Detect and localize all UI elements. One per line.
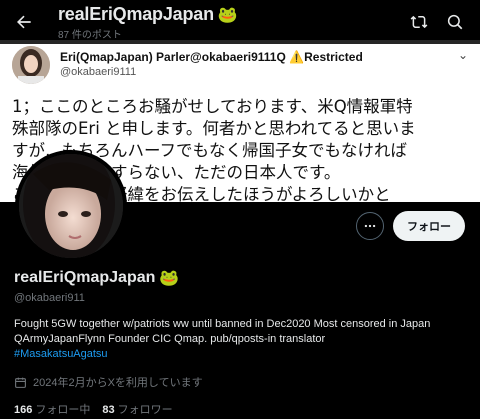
banner-tweet-header: Eri(QmapJapan) Parler@okabaeri9111Q ⚠️Re… [12,44,468,86]
following-count: 166 [14,404,33,416]
joined-date: 2024年2月からXを利用しています [33,377,203,389]
banner-author-name: Eri(QmapJapan) Parler@okabaeri9111Q ⚠️Re… [60,50,363,64]
calendar-icon [15,377,26,388]
profile-handle: @okabaeri911 [14,292,85,304]
header-title-block: realEriQmapJapan 🐸 87 件のポスト [58,4,238,41]
header-title: realEriQmapJapan [58,4,214,24]
following-link[interactable]: 166 フォロー中 [14,401,90,417]
banner-author-avatar [12,46,50,84]
repost-button[interactable] [405,8,433,36]
followers-label: フォロワー [117,404,173,416]
post-count: 87 件のポスト [58,30,122,41]
bio-text: Fought 5GW together w/patriots ww until … [14,318,431,345]
top-bar: realEriQmapJapan 🐸 87 件のポスト [0,0,480,44]
following-label: フォロー中 [35,404,91,416]
profile-name-row: realEriQmapJapan 🐸 [14,268,179,288]
more-options-button[interactable] [356,212,384,240]
hashtag-link[interactable]: #MasakatsuAgatsu [14,348,108,360]
repost-icon [410,15,428,29]
frog-emoji-icon: 🐸 [159,270,180,287]
profile-avatar[interactable] [15,150,127,262]
banner-tweet-line: 殊部隊のEri と申します。何者かと思われてると思いま [12,119,416,138]
profile-bio: Fought 5GW together w/patriots ww until … [14,317,466,362]
more-horizontal-icon [364,224,376,228]
chevron-down-icon: ⌄ [457,48,468,62]
banner-author-handle: @okabaeri9111 [60,66,137,78]
banner-tweet-line: 1；ここのところお騒がせしております、米Q情報軍特 [12,97,413,116]
back-button[interactable] [10,8,38,36]
followers-count: 83 [102,404,115,416]
joined-date-row: 2024年2月からXを利用しています [14,374,203,390]
frog-emoji-icon: 🐸 [217,6,238,24]
arrow-left-icon [17,15,31,29]
search-icon [447,14,463,30]
followers-link[interactable]: 83 フォロワー [102,401,172,417]
search-button[interactable] [441,8,469,36]
follow-button[interactable]: フォロー [393,211,465,241]
profile-name: realEriQmapJapan [14,269,156,286]
follow-stats: 166 フォロー中 83 フォロワー [14,401,173,417]
restricted-label: ⚠️Restricted [289,50,363,64]
